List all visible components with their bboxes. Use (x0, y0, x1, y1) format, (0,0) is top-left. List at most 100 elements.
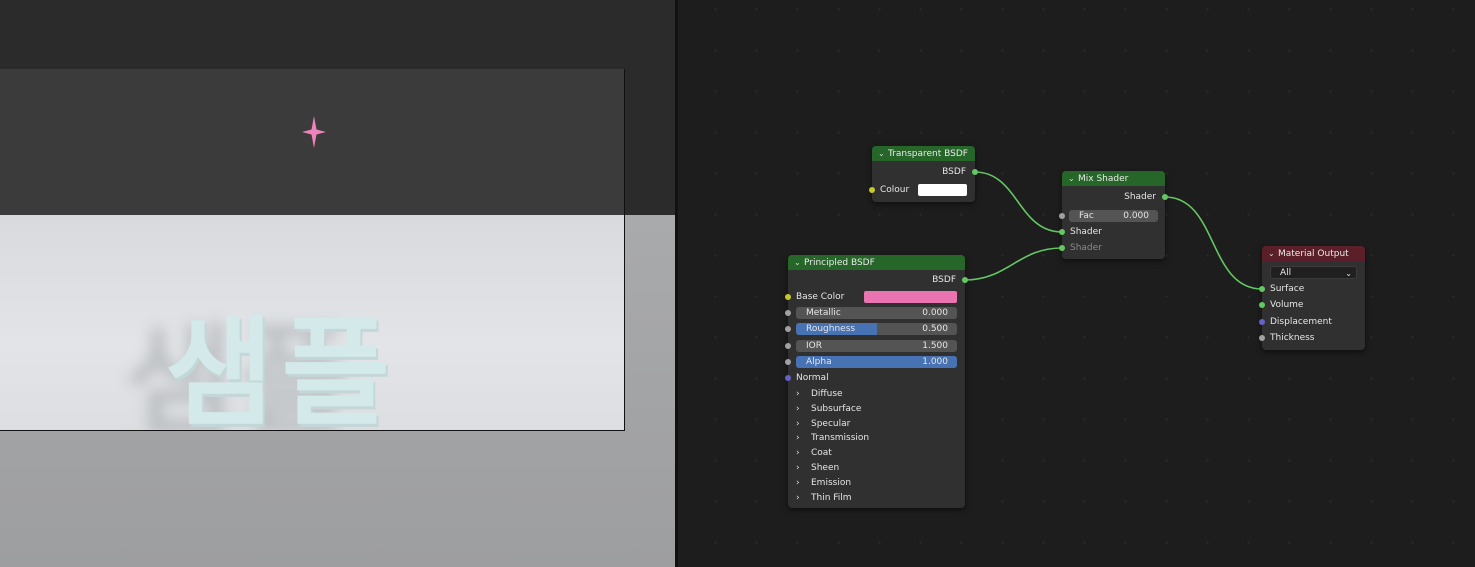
chevron-right-icon: › (796, 389, 800, 399)
input-socket-thickness[interactable] (1259, 335, 1265, 341)
input-socket-displacement[interactable] (1259, 319, 1265, 325)
input-row-shader-1: Shader (1059, 224, 1165, 240)
node-title: Principled BSDF (804, 258, 875, 268)
metallic-slider[interactable]: Metallic 0.000 (796, 307, 957, 319)
input-label: Surface (1270, 284, 1305, 294)
input-row-displacement: Displacement (1259, 314, 1365, 330)
input-socket-fac[interactable] (1059, 213, 1065, 219)
input-row-alpha: Alpha 1.000 (785, 354, 965, 370)
roughness-slider[interactable]: Roughness 0.500 (796, 323, 957, 335)
input-socket-normal[interactable] (785, 375, 791, 381)
field-label: IOR (806, 341, 822, 351)
input-row-base-color: Base Color (785, 289, 965, 305)
panel-label: Subsurface (811, 404, 862, 414)
input-socket-colour[interactable] (869, 187, 875, 193)
chevron-right-icon: › (796, 433, 800, 443)
input-socket-alpha[interactable] (785, 359, 791, 365)
chevron-right-icon: › (796, 448, 800, 458)
node-title: Material Output (1278, 249, 1349, 259)
input-row-metallic: Metallic 0.000 (785, 305, 965, 321)
panel-diffuse[interactable]: › Diffuse (788, 386, 965, 402)
input-row-volume: Volume (1259, 297, 1365, 313)
field-value: 1.500 (922, 341, 948, 351)
collapse-chevron-icon[interactable]: ⌄ (794, 255, 804, 270)
link-principled-to-mix (964, 247, 1063, 281)
mix-shader-node[interactable]: ⌄ Mix Shader Shader Fac 0.000 Shader Shad… (1059, 171, 1168, 259)
material-output-node[interactable]: ⌄ Material Output All ⌄ Surface Volume Di… (1259, 246, 1365, 350)
input-row-shader-2: Shader (1059, 240, 1165, 256)
shader-node-editor[interactable]: ⌄ Transparent BSDF BSDF Colour ⌄ Mix Shade… (678, 0, 1475, 567)
input-row-thickness: Thickness (1259, 330, 1365, 346)
output-socket-shader[interactable] (1162, 194, 1168, 200)
mix-shader-header[interactable]: ⌄ Mix Shader (1062, 171, 1165, 186)
target-select-row: All ⌄ (1262, 264, 1365, 280)
input-socket-roughness[interactable] (785, 326, 791, 332)
principled-bsdf-header[interactable]: ⌄ Principled BSDF (788, 255, 965, 270)
fac-label: Fac (1079, 211, 1094, 221)
panel-subsurface[interactable]: › Subsurface (788, 401, 965, 417)
chevron-right-icon: › (796, 478, 800, 488)
ior-field[interactable]: IOR 1.500 (796, 340, 957, 352)
input-label: Shader (1070, 243, 1102, 253)
input-socket-metallic[interactable] (785, 310, 791, 316)
principled-bsdf-node[interactable]: ⌄ Principled BSDF BSDF Base Color Metalli… (785, 255, 968, 508)
input-label: Base Color (796, 292, 845, 302)
transparent-bsdf-header[interactable]: ⌄ Transparent BSDF (872, 146, 975, 161)
input-row-fac: Fac 0.000 (1059, 208, 1165, 224)
panel-transmission[interactable]: › Transmission (788, 430, 965, 446)
node-title: Mix Shader (1078, 174, 1129, 184)
field-value: 1.000 (922, 357, 948, 367)
field-value: 0.500 (922, 324, 948, 334)
3d-viewport[interactable]: 샘플 (0, 0, 675, 567)
field-label: Metallic (806, 308, 841, 318)
input-socket-volume[interactable] (1259, 302, 1265, 308)
collapse-chevron-icon[interactable]: ⌄ (878, 146, 888, 161)
input-socket-shader-2[interactable] (1059, 245, 1065, 251)
panel-label: Transmission (811, 433, 870, 443)
input-socket-base-color[interactable] (785, 294, 791, 300)
input-socket-shader-1[interactable] (1059, 229, 1065, 235)
input-label: Shader (1070, 227, 1102, 237)
output-row-bsdf: BSDF (788, 272, 968, 288)
collapse-chevron-icon[interactable]: ⌄ (1268, 246, 1278, 261)
panel-thin-film[interactable]: › Thin Film (788, 490, 965, 506)
output-socket-bsdf[interactable] (972, 169, 978, 175)
field-label: Roughness (806, 324, 856, 334)
input-label: Normal (796, 373, 829, 383)
link-mix-to-output (1164, 196, 1263, 290)
base-color-swatch[interactable] (864, 291, 957, 303)
input-row-ior: IOR 1.500 (785, 338, 965, 354)
input-label: Thickness (1270, 333, 1315, 343)
chevron-right-icon: › (796, 493, 800, 503)
input-label: Colour (880, 185, 910, 195)
alpha-slider[interactable]: Alpha 1.000 (796, 356, 957, 368)
input-label: Volume (1270, 300, 1304, 310)
output-label: Shader (1124, 192, 1156, 202)
input-row-normal: Normal (785, 370, 965, 386)
colour-swatch[interactable] (918, 184, 967, 196)
target-dropdown[interactable]: All ⌄ (1270, 266, 1357, 279)
input-socket-ior[interactable] (785, 343, 791, 349)
panel-sheen[interactable]: › Sheen (788, 460, 965, 476)
field-value: 0.000 (922, 308, 948, 318)
fac-value: 0.000 (1123, 211, 1149, 221)
chevron-right-icon: › (796, 404, 800, 414)
transparent-bsdf-node[interactable]: ⌄ Transparent BSDF BSDF Colour (869, 146, 978, 202)
output-row-bsdf: BSDF (872, 164, 978, 180)
3d-text-object[interactable]: 샘플 (165, 314, 398, 430)
fac-field[interactable]: Fac 0.000 (1069, 210, 1158, 222)
input-row-colour: Colour (869, 182, 975, 198)
node-title: Transparent BSDF (888, 149, 968, 159)
input-label: Displacement (1270, 317, 1332, 327)
panel-emission[interactable]: › Emission (788, 475, 965, 491)
field-label: Alpha (806, 357, 832, 367)
panel-coat[interactable]: › Coat (788, 445, 965, 461)
sparkle-star-icon[interactable] (302, 116, 326, 148)
collapse-chevron-icon[interactable]: ⌄ (1068, 171, 1078, 186)
output-label: BSDF (932, 275, 956, 285)
target-dropdown-value: All (1280, 268, 1292, 278)
material-output-header[interactable]: ⌄ Material Output (1262, 246, 1365, 261)
input-row-surface: Surface (1259, 281, 1365, 297)
input-socket-surface[interactable] (1259, 286, 1265, 292)
output-socket-bsdf[interactable] (962, 277, 968, 283)
